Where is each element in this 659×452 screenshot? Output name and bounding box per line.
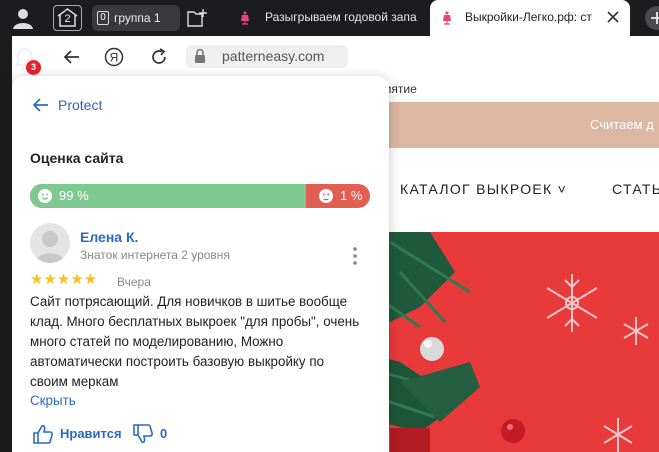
more-options-icon[interactable]	[350, 246, 360, 266]
svg-text:Я: Я	[110, 51, 119, 65]
promo-banner: Считаем д	[360, 102, 659, 148]
address-bar: Я	[48, 36, 659, 76]
close-icon[interactable]	[605, 9, 621, 25]
nav-catalog-link[interactable]: КАТАЛОГ ВЫКРОЕК ˅	[400, 181, 567, 197]
snowflake-illustration	[546, 274, 649, 452]
like-button[interactable]: Нравится	[32, 422, 124, 446]
collapse-review-link[interactable]: Скрыть	[30, 393, 76, 408]
tab-strip: 2 0 группа 1 Разыгрываем годовой запа Вы…	[0, 0, 659, 36]
plus-icon	[651, 12, 659, 24]
review-date: Вчера	[117, 275, 151, 289]
tab-title: Разыгрываем годовой запа	[265, 10, 417, 24]
url-field[interactable]: patterneasy.com	[186, 45, 348, 68]
negative-rating-label: 1 %	[340, 188, 363, 203]
new-tab-button[interactable]	[645, 6, 659, 30]
tab-giveaway[interactable]: Разыгрываем годовой запа	[232, 0, 428, 36]
protect-back-link[interactable]: Protect	[58, 97, 102, 113]
positive-rating-label: 99 %	[59, 188, 89, 203]
dress-form-favicon-icon	[241, 11, 249, 25]
reload-icon[interactable]	[149, 47, 169, 67]
tab-title: Выкройки-Легко.рф: ст	[465, 10, 592, 24]
smile-icon	[38, 189, 52, 203]
site-rating-bar: 99 % 1 %	[30, 184, 370, 208]
review-stars: ★★★★★	[30, 271, 98, 288]
notification-badge: 3	[26, 60, 41, 75]
frown-icon	[319, 189, 333, 203]
promo-text: Считаем д	[590, 117, 654, 132]
group-tab-count: 0	[97, 11, 109, 25]
reviewer-level: Знаток интернета 2 уровня	[80, 248, 230, 262]
new-group-icon[interactable]	[186, 8, 208, 28]
hero-image	[360, 232, 659, 452]
tab-group-chip[interactable]: 0 группа 1	[92, 5, 180, 31]
profile-icon[interactable]	[11, 7, 35, 29]
avatar	[30, 223, 70, 263]
tab-patterns-active[interactable]: Выкройки-Легко.рф: ст	[430, 0, 630, 36]
like-label: Нравится	[60, 426, 122, 441]
site-rating-title: Оценка сайта	[30, 150, 124, 166]
thumbs-down-icon	[133, 424, 153, 444]
thumbs-up-icon	[33, 424, 53, 444]
back-arrow-icon[interactable]	[62, 47, 82, 67]
reviewer-name[interactable]: Елена К.	[80, 229, 138, 245]
arrow-left-icon[interactable]	[32, 97, 50, 113]
url-text: patterneasy.com	[222, 48, 325, 64]
yandex-icon[interactable]: Я	[104, 47, 124, 67]
group-label: группа 1	[114, 11, 161, 25]
user-silhouette-icon	[35, 231, 65, 263]
nav-articles-link[interactable]: СТАТЬ	[612, 181, 659, 197]
dislike-count: 0	[160, 426, 168, 441]
side-panel-strip	[0, 36, 12, 452]
dress-form-favicon-icon	[443, 11, 451, 25]
review-text: Сайт потрясающий. Для новичков в шитье в…	[30, 294, 360, 389]
tabs-count-label: 2	[64, 13, 71, 25]
lock-icon[interactable]	[193, 48, 207, 64]
tabs-overview-button[interactable]: 2	[53, 5, 82, 31]
dislike-button[interactable]: 0	[132, 422, 176, 446]
